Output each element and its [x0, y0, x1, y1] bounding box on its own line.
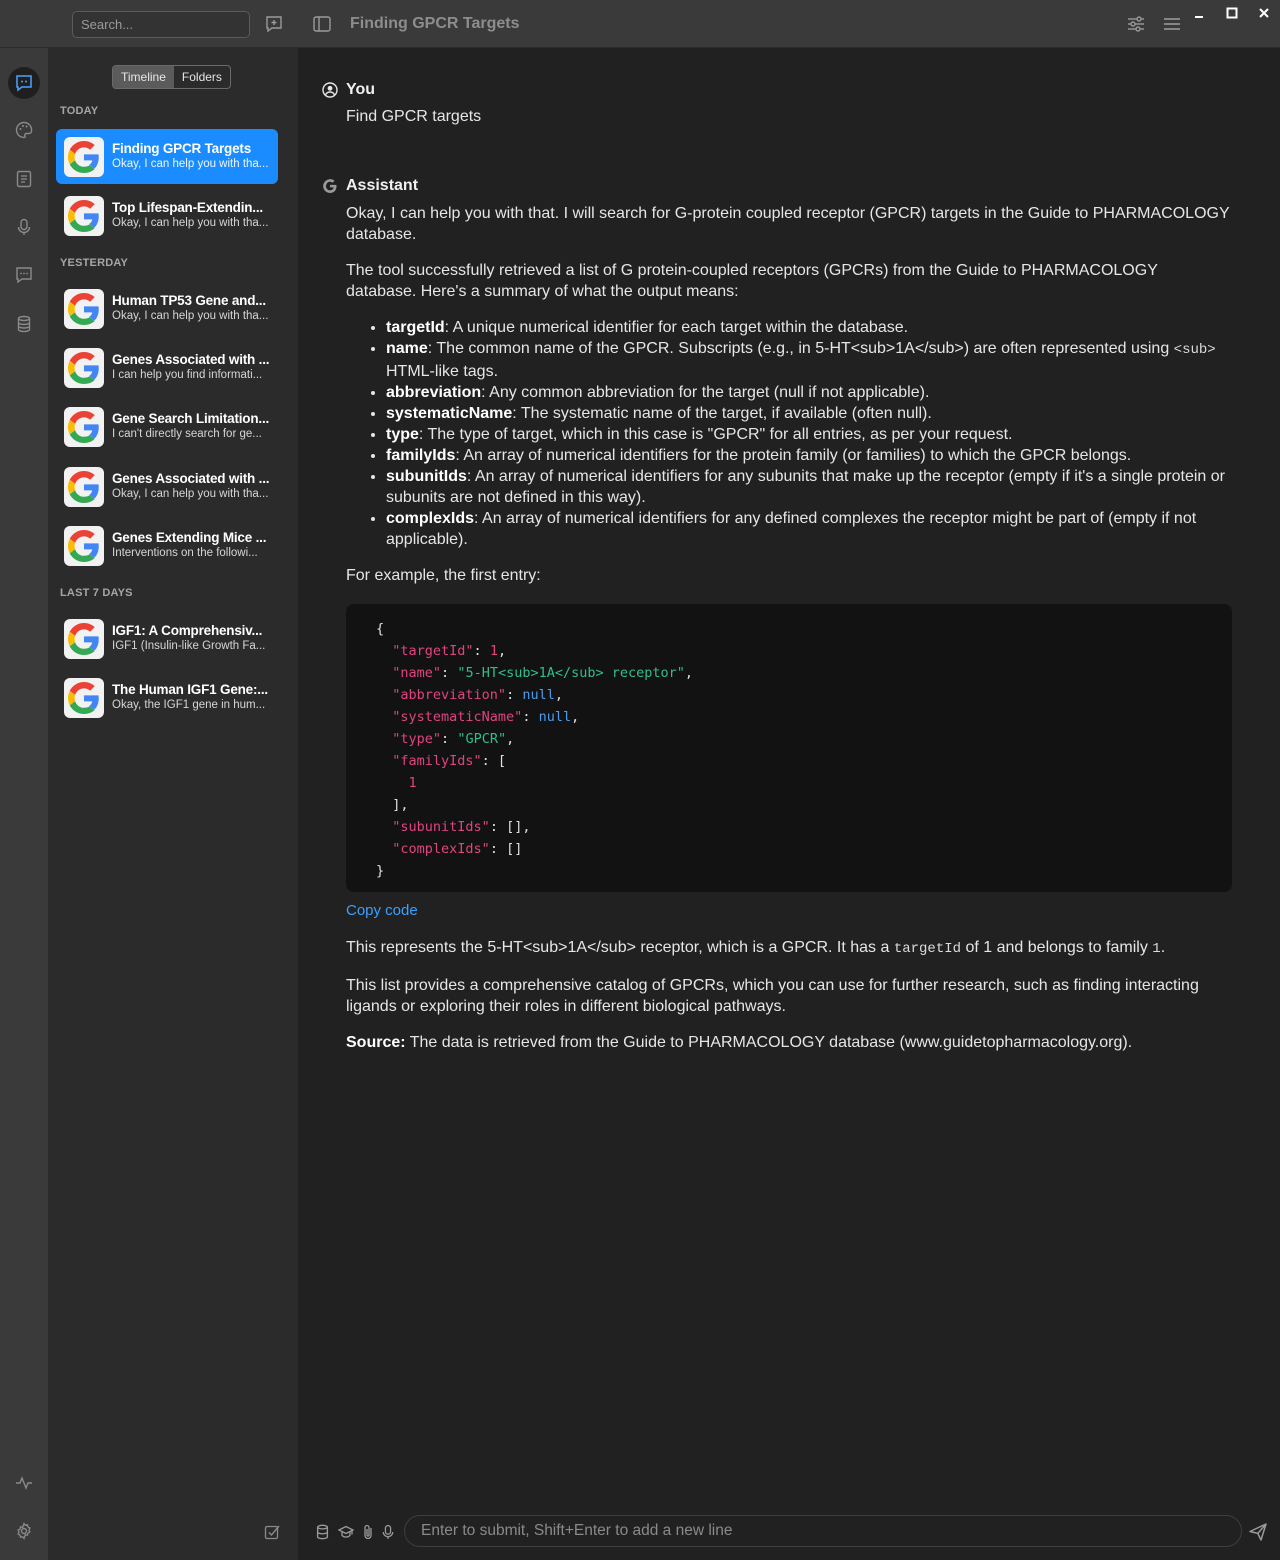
google-logo-icon	[64, 467, 104, 507]
chat-title: Gene Search Limitation...	[112, 411, 270, 426]
view-toggle: Timeline Folders	[112, 65, 231, 89]
answer-paragraph-2: The tool successfully retrieved a list o…	[346, 262, 1158, 300]
answer-paragraph-3: This represents the 5-HT<sub>1A</sub> re…	[346, 939, 1166, 957]
chat-title: Genes Extending Mice ...	[112, 530, 267, 545]
chat-title: Finding GPCR Targets	[350, 15, 520, 32]
chat-snippet: IGF1 (Insulin-like Growth Fa...	[112, 640, 266, 652]
chat-list-item[interactable]: Finding GPCR Targets Okay, I can help you…	[56, 129, 278, 184]
user-message-header: You	[322, 81, 375, 99]
chat-icon[interactable]	[8, 67, 40, 99]
answer-paragraph-4: This list provides a comprehensive catal…	[346, 977, 1199, 1015]
chat-list-item[interactable]: Top Lifespan-Extendin... Okay, I can help…	[56, 188, 278, 243]
field-list: targetId: A unique numerical identifier …	[386, 317, 1232, 550]
group-last-7-days: LAST 7 DAYS	[60, 587, 133, 599]
google-logo-icon	[64, 289, 104, 329]
chat-list-item[interactable]: IGF1: A Comprehensiv... IGF1 (Insulin-lik…	[56, 611, 278, 666]
graduation-cap-icon[interactable]	[338, 1524, 354, 1540]
user-label: You	[346, 81, 376, 98]
chat-snippet: Okay, I can help you with tha...	[112, 310, 269, 322]
group-today: TODAY	[60, 105, 99, 117]
example-intro: For example, the first entry:	[346, 567, 541, 584]
chat-snippet: Okay, I can help you with tha...	[112, 217, 269, 229]
user-message: Find GPCR targets	[346, 108, 482, 125]
tab-folders[interactable]: Folders	[174, 66, 230, 88]
chat-title: Human TP53 Gene and...	[112, 293, 266, 308]
send-icon[interactable]	[1248, 1522, 1270, 1544]
google-logo-icon	[64, 526, 104, 566]
google-logo-icon	[64, 619, 104, 659]
message-input[interactable]	[404, 1515, 1242, 1547]
chat-snippet: I can help you find informati...	[112, 369, 263, 381]
settings-icon[interactable]	[8, 1515, 40, 1547]
chat-title: Genes Associated with ...	[112, 471, 270, 486]
group-yesterday: YESTERDAY	[60, 257, 129, 269]
google-logo-icon	[64, 348, 104, 388]
list-item: familyIds: An array of numerical identif…	[386, 445, 1232, 466]
nav-rail	[0, 48, 48, 1560]
answer-paragraph-1: Okay, I can help you with that. I will s…	[346, 205, 1230, 243]
list-item: name: The common name of the GPCR. Subsc…	[386, 338, 1232, 382]
chat-title: Genes Associated with ...	[112, 352, 270, 367]
chat-list-item[interactable]: Genes Extending Mice ... Interventions on…	[56, 518, 278, 573]
assistant-message: Okay, I can help you with that. I will s…	[346, 203, 1232, 1068]
paperclip-icon[interactable]	[360, 1524, 376, 1540]
chat-title: Top Lifespan-Extendin...	[112, 200, 263, 215]
chat-list-item[interactable]: Human TP53 Gene and... Okay, I can help y…	[56, 281, 278, 336]
menu-icon[interactable]	[1161, 13, 1183, 35]
chat-title: Finding GPCR Targets	[112, 141, 252, 156]
microphone-icon[interactable]	[8, 211, 40, 243]
assistant-message-header: Assistant	[322, 177, 418, 195]
notes-icon[interactable]	[8, 163, 40, 195]
database-icon[interactable]	[8, 308, 40, 340]
chat-list-item[interactable]: Gene Search Limitation... I can't directl…	[56, 399, 278, 454]
search-input[interactable]	[72, 11, 250, 38]
list-item: systematicName: The systematic name of t…	[386, 403, 1232, 424]
message-icon[interactable]	[8, 259, 40, 291]
conversation-pane: You Find GPCR targets Assistant Okay, I …	[298, 48, 1280, 1560]
google-logo-icon	[64, 137, 104, 177]
select-chats-icon[interactable]	[264, 1524, 282, 1542]
chat-list-item[interactable]: Genes Associated with ... Okay, I can hel…	[56, 459, 278, 514]
maximize-icon[interactable]	[1221, 4, 1243, 22]
chat-list-item[interactable]: Genes Associated with ... I can help you …	[56, 340, 278, 395]
chat-title: IGF1: A Comprehensiv...	[112, 623, 263, 638]
chat-title: The Human IGF1 Gene:...	[112, 682, 268, 697]
list-item: targetId: A unique numerical identifier …	[386, 317, 1232, 338]
user-avatar-icon	[322, 82, 338, 98]
composer	[298, 1508, 1280, 1560]
chat-snippet: I can't directly search for ge...	[112, 428, 262, 440]
code-block: { "targetId": 1, "name": "5-HT<sub>1A</s…	[346, 604, 1232, 892]
answer-source: Source: The data is retrieved from the G…	[346, 1034, 1133, 1051]
tab-timeline[interactable]: Timeline	[113, 66, 174, 88]
google-g-icon	[322, 178, 338, 194]
chat-snippet: Okay, the IGF1 gene in hum...	[112, 699, 266, 711]
database-icon[interactable]	[314, 1524, 330, 1540]
sliders-icon[interactable]	[1125, 13, 1147, 35]
google-logo-icon	[64, 407, 104, 447]
chat-list-item[interactable]: The Human IGF1 Gene:... Okay, the IGF1 ge…	[56, 670, 278, 725]
chat-sidebar: Timeline Folders TODAY YESTERDAY LAST 7 …	[48, 48, 298, 1560]
close-icon[interactable]	[1253, 4, 1275, 22]
google-logo-icon	[64, 678, 104, 718]
list-item: type: The type of target, which in this …	[386, 424, 1232, 445]
title-bar: Finding GPCR Targets	[0, 0, 1280, 48]
chat-snippet: Okay, I can help you with tha...	[112, 158, 269, 170]
google-logo-icon	[64, 196, 104, 236]
copy-code-link[interactable]: Copy code	[346, 900, 1232, 921]
minimize-icon[interactable]	[1188, 4, 1210, 22]
palette-icon[interactable]	[8, 114, 40, 146]
microphone-icon[interactable]	[380, 1524, 396, 1540]
chat-snippet: Okay, I can help you with tha...	[112, 488, 269, 500]
chat-snippet: Interventions on the followi...	[112, 547, 258, 559]
json-code: { "targetId": 1, "name": "5-HT<sub>1A</s…	[376, 621, 694, 879]
list-item: subunitIds: An array of numerical identi…	[386, 466, 1232, 508]
activity-icon[interactable]	[8, 1467, 40, 1499]
list-item: abbreviation: Any common abbreviation fo…	[386, 382, 1232, 403]
new-chat-icon[interactable]	[263, 13, 285, 35]
sidebar-toggle-icon[interactable]	[311, 13, 333, 35]
list-item: complexIds: An array of numerical identi…	[386, 508, 1232, 550]
assistant-label: Assistant	[346, 177, 419, 194]
